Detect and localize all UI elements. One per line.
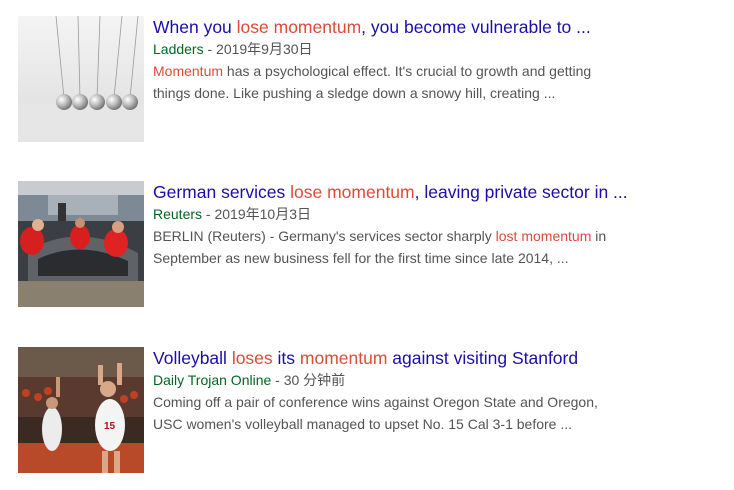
snippet-text: Coming off a pair of conference wins aga… bbox=[153, 394, 598, 410]
title-text: against visiting Stanford bbox=[387, 348, 579, 368]
result-body: Volleyball loses its momentum against vi… bbox=[153, 347, 733, 435]
news-result: When you lose momentum, you become vulne… bbox=[18, 16, 718, 142]
result-body: When you lose momentum, you become vulne… bbox=[153, 16, 733, 104]
result-meta: Reuters - 2019年10月3日 bbox=[153, 204, 733, 224]
result-snippet: Coming off a pair of conference wins aga… bbox=[153, 391, 733, 435]
result-meta: Daily Trojan Online - 30 分钟前 bbox=[153, 370, 733, 390]
news-result: German services lose momentum, leaving p… bbox=[18, 181, 718, 307]
result-date: - 30 分钟前 bbox=[271, 372, 346, 388]
result-title-link[interactable]: When you lose momentum, you become vulne… bbox=[153, 16, 733, 38]
result-date: - 2019年10月3日 bbox=[202, 206, 311, 222]
source-link[interactable]: Reuters bbox=[153, 206, 202, 222]
title-text: When you bbox=[153, 17, 237, 37]
snippet-text: USC women's volleyball managed to upset … bbox=[153, 416, 573, 432]
result-date: - 2019年9月30日 bbox=[203, 41, 313, 57]
snippet-text: has a psychological effect. It's crucial… bbox=[223, 63, 592, 79]
result-snippet: Momentum has a psychological effect. It'… bbox=[153, 60, 733, 104]
title-text: Volleyball bbox=[153, 348, 232, 368]
title-highlight: lose momentum bbox=[236, 17, 362, 37]
result-thumbnail[interactable]: 15 bbox=[18, 347, 144, 473]
source-link[interactable]: Ladders bbox=[153, 41, 204, 57]
svg-text:15: 15 bbox=[104, 421, 116, 432]
snippet-text: in bbox=[591, 228, 607, 244]
result-meta: Ladders - 2019年9月30日 bbox=[153, 39, 733, 59]
result-thumbnail[interactable] bbox=[18, 181, 144, 307]
title-text: , leaving private sector in ... bbox=[414, 182, 628, 202]
snippet-highlight: Momentum bbox=[153, 63, 224, 79]
title-text: , you become vulnerable to ... bbox=[361, 17, 591, 37]
title-highlight: momentum bbox=[299, 348, 388, 368]
title-text: its bbox=[272, 348, 300, 368]
source-link[interactable]: Daily Trojan Online bbox=[153, 372, 271, 388]
snippet-text: things done. Like pushing a sledge down … bbox=[153, 85, 556, 101]
result-thumbnail[interactable] bbox=[18, 16, 144, 142]
snippet-text: September as new business fell for the f… bbox=[153, 250, 569, 266]
result-title-link[interactable]: Volleyball loses its momentum against vi… bbox=[153, 347, 733, 369]
title-highlight: loses bbox=[231, 348, 273, 368]
title-highlight: lose momentum bbox=[290, 182, 415, 202]
title-text: German services bbox=[153, 182, 291, 202]
news-result: 15 Volleyball loses its momentum against… bbox=[18, 347, 718, 473]
result-snippet: BERLIN (Reuters) - Germany's services se… bbox=[153, 225, 733, 269]
snippet-text: BERLIN (Reuters) - Germany's services se… bbox=[153, 228, 496, 244]
result-title-link[interactable]: German services lose momentum, leaving p… bbox=[153, 181, 733, 203]
snippet-highlight: lost momentum bbox=[495, 228, 592, 244]
result-body: German services lose momentum, leaving p… bbox=[153, 181, 733, 269]
